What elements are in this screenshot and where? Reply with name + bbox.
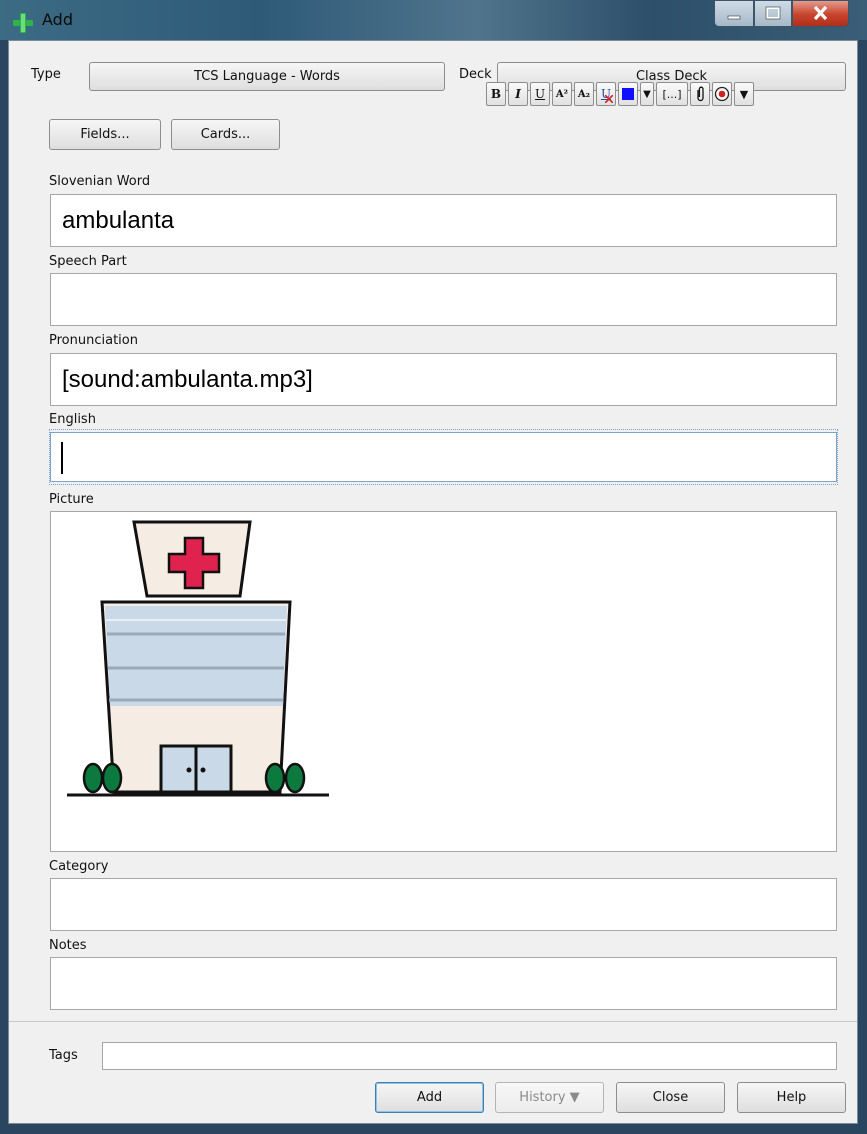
superscript-button[interactable]: A² [552, 82, 572, 106]
slovenian-word-value: ambulanta [62, 207, 175, 234]
cloze-button[interactable]: [...] [656, 82, 688, 106]
record-button[interactable] [712, 82, 732, 106]
chevron-down-icon: ▼ [739, 87, 749, 101]
tags-input[interactable] [102, 1042, 837, 1070]
italic-button[interactable]: I [508, 82, 528, 106]
text-color-button[interactable] [618, 82, 638, 106]
superscript-icon: A² [555, 88, 569, 100]
cards-button[interactable]: Cards... [171, 119, 280, 150]
hospital-image [67, 520, 329, 797]
bold-button[interactable]: B [486, 82, 506, 106]
note-type-button[interactable]: TCS Language - Words [89, 62, 445, 91]
deck-label: Deck [459, 67, 492, 82]
minimize-icon [727, 15, 741, 20]
slovenian-word-field[interactable]: ambulanta [50, 194, 837, 247]
maximize-icon [765, 6, 781, 20]
underline-button[interactable]: U [530, 82, 550, 106]
picture-field[interactable] [50, 511, 837, 852]
category-label: Category [49, 859, 109, 874]
minimize-button[interactable] [714, 0, 754, 27]
type-label: Type [31, 67, 61, 82]
close-icon [813, 5, 828, 21]
separator [9, 1021, 857, 1022]
picture-label: Picture [49, 492, 94, 507]
pronunciation-value: [sound:ambulanta.mp3] [62, 366, 313, 393]
subscript-icon: A₂ [577, 88, 591, 100]
window-title: Add [42, 10, 73, 29]
chevron-down-icon: ▼ [643, 88, 651, 100]
help-button[interactable]: Help [737, 1082, 846, 1113]
attach-button[interactable] [690, 82, 710, 106]
english-label: English [49, 412, 96, 427]
notes-field[interactable] [50, 957, 837, 1010]
tags-label: Tags [49, 1048, 78, 1063]
pronunciation-field[interactable]: [sound:ambulanta.mp3] [50, 353, 837, 406]
record-icon [714, 86, 730, 102]
speech-part-label: Speech Part [49, 254, 127, 269]
slovenian-word-label: Slovenian Word [49, 174, 151, 189]
add-button[interactable]: Add [375, 1082, 484, 1113]
paperclip-icon [697, 86, 704, 102]
category-field[interactable] [50, 878, 837, 931]
title-bar[interactable]: Add [0, 0, 867, 40]
client-area: Type TCS Language - Words Deck Class Dec… [8, 40, 858, 1124]
italic-icon: I [515, 87, 521, 101]
english-field[interactable] [50, 432, 837, 482]
clear-format-button[interactable]: U [596, 82, 616, 106]
close-window-button[interactable] [792, 0, 849, 27]
text-cursor [61, 442, 63, 474]
add-plus-icon [13, 13, 33, 33]
maximize-button[interactable] [754, 0, 792, 27]
history-button[interactable]: History ▼ [495, 1082, 604, 1113]
color-swatch-icon [622, 88, 634, 100]
bold-icon: B [490, 87, 502, 101]
pronunciation-label: Pronunciation [49, 333, 138, 348]
close-button[interactable]: Close [616, 1082, 725, 1113]
fields-button[interactable]: Fields... [49, 119, 161, 150]
more-dropdown-button[interactable]: ▼ [734, 82, 754, 106]
red-x-icon [605, 95, 613, 103]
underline-icon: U [534, 87, 546, 101]
format-toolbar: B I U A² A₂ U ▼ [...] ▼ [486, 82, 754, 106]
speech-part-field[interactable] [50, 273, 837, 326]
color-dropdown-button[interactable]: ▼ [640, 82, 654, 106]
cloze-icon: [...] [662, 87, 682, 101]
add-window: Add Type TCS Language - Words Deck Class… [0, 0, 867, 1134]
notes-label: Notes [49, 938, 87, 953]
subscript-button[interactable]: A₂ [574, 82, 594, 106]
